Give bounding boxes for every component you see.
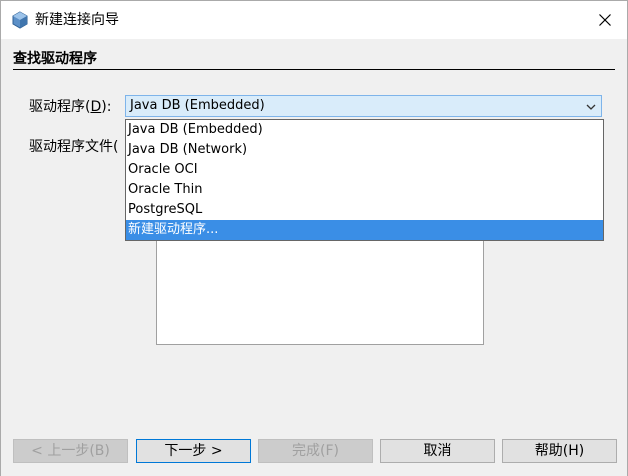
- panel-heading: 查找驱动程序: [13, 51, 97, 67]
- dropdown-option[interactable]: Oracle OCI: [126, 160, 603, 180]
- title-bar: 新建连接向导: [1, 1, 627, 39]
- finish-button[interactable]: 完成(F): [258, 439, 373, 463]
- window-title: 新建连接向导: [35, 12, 119, 28]
- netbeans-cube-icon: [12, 11, 28, 29]
- cancel-button[interactable]: 取消: [380, 439, 495, 463]
- next-button[interactable]: 下一步 >: [136, 439, 251, 463]
- driver-label: 驱动程序(D):: [29, 99, 112, 115]
- close-button[interactable]: [583, 1, 627, 39]
- dropdown-option[interactable]: Oracle Thin: [126, 180, 603, 200]
- driver-dropdown-list: Java DB (Embedded) Java DB (Network) Ora…: [125, 119, 604, 241]
- back-button[interactable]: < 上一步(B): [13, 439, 128, 463]
- help-button[interactable]: 帮助(H): [502, 439, 617, 463]
- header-divider: [13, 69, 615, 70]
- close-icon: [599, 14, 611, 26]
- driver-files-label: 驱动程序文件(: [29, 139, 119, 155]
- button-bar: < 上一步(B) 下一步 > 完成(F) 取消 帮助(H): [1, 396, 627, 476]
- driver-combobox-value: Java DB (Embedded): [130, 98, 265, 113]
- chevron-down-icon: [586, 104, 596, 110]
- driver-combobox[interactable]: Java DB (Embedded): [125, 95, 602, 117]
- panel-header: 查找驱动程序: [1, 39, 627, 71]
- dropdown-option-new-driver[interactable]: 新建驱动程序...: [126, 220, 603, 240]
- dropdown-option[interactable]: PostgreSQL: [126, 200, 603, 220]
- dropdown-option[interactable]: Java DB (Embedded): [126, 120, 603, 140]
- dropdown-option[interactable]: Java DB (Network): [126, 140, 603, 160]
- wizard-dialog: 新建连接向导 查找驱动程序 驱动程序(D): Java DB (Embedded…: [0, 0, 628, 476]
